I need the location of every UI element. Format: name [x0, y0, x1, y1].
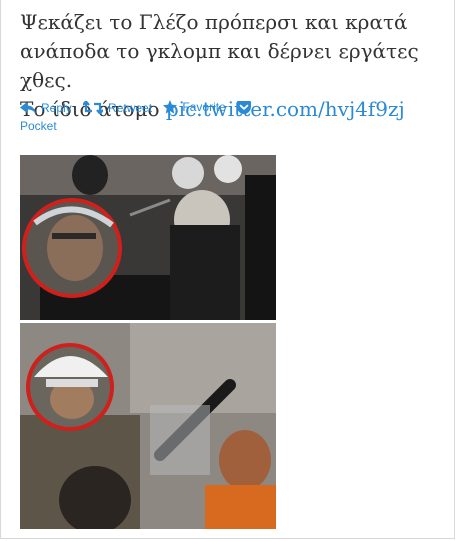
reply-button[interactable]: Reply — [20, 98, 72, 118]
tweet-text-line-1: Ψεκάζει το Γλέζο πρόπερσι και κρατά — [20, 10, 408, 34]
retweet-label: Retweet — [108, 100, 153, 115]
retweet-icon — [83, 101, 104, 114]
reply-icon — [20, 102, 36, 114]
star-icon — [163, 100, 178, 114]
retweet-button[interactable]: Retweet — [83, 98, 152, 118]
favorite-label: Favorite — [182, 100, 226, 114]
favorite-button[interactable]: Favorite — [163, 97, 226, 117]
tweet-photo[interactable] — [20, 155, 276, 529]
pocket-button[interactable] — [237, 98, 256, 118]
tweet-actions: Reply Retweet Favorite Pocket — [20, 97, 280, 134]
reply-label: Reply — [41, 101, 72, 115]
photo-collage — [20, 155, 276, 529]
tweet-text-line-2: ανάποδα το γκλομπ και δέρνει εργάτες χθε… — [20, 39, 419, 92]
pocket-label[interactable]: Pocket — [20, 118, 280, 134]
pocket-icon — [237, 101, 252, 114]
